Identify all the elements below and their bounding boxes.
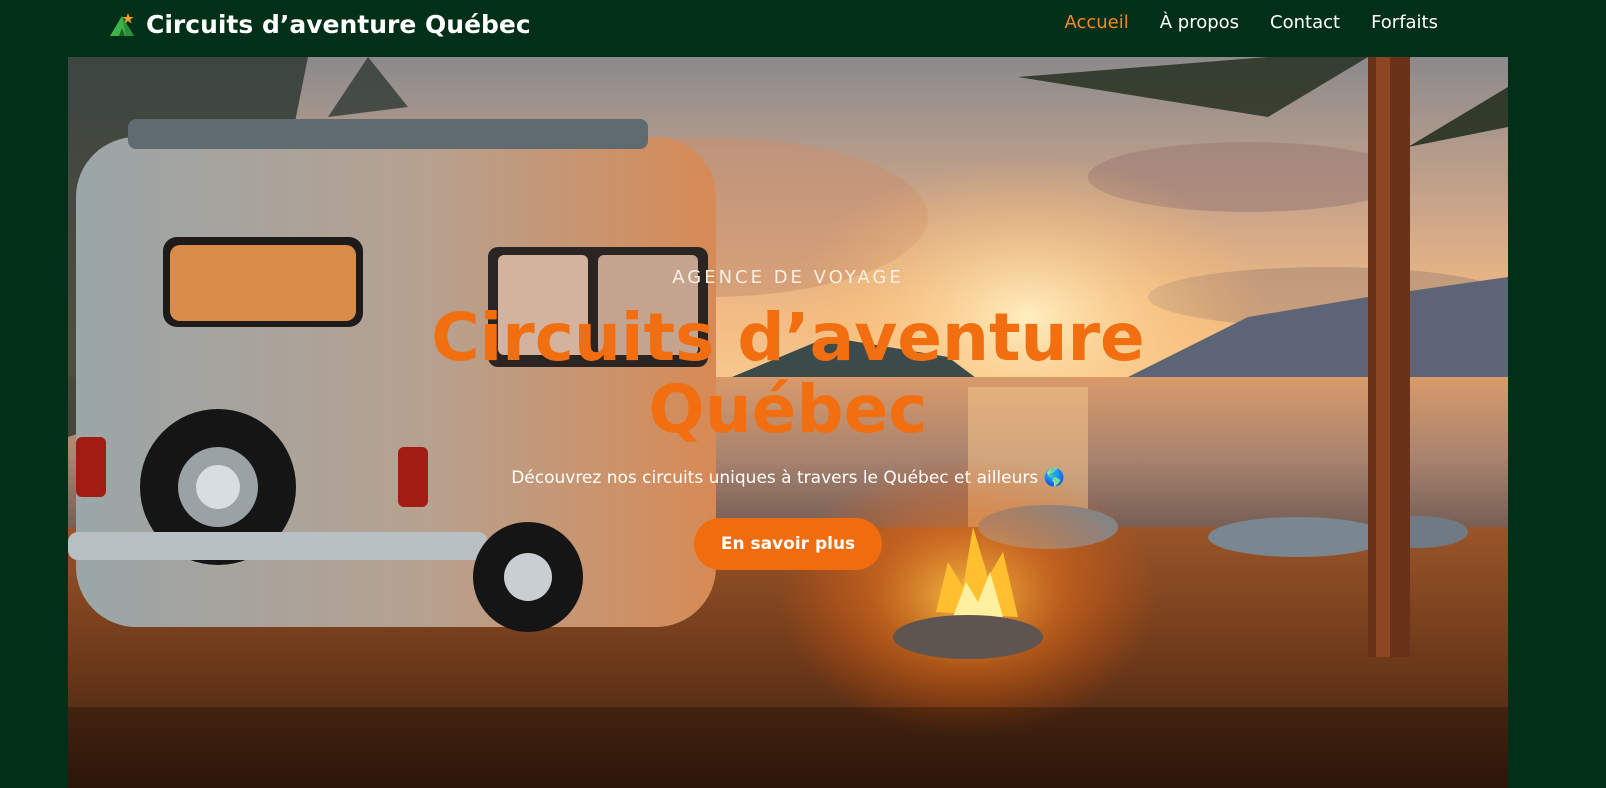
nav-link-accueil[interactable]: Accueil bbox=[1064, 12, 1128, 33]
main-nav: Accueil À propos Contact Forfaits bbox=[1064, 8, 1438, 36]
brand-name: Circuits d’aventure Québec bbox=[146, 9, 531, 39]
nav-link-contact[interactable]: Contact bbox=[1270, 12, 1340, 33]
hero-kicker: AGENCE DE VOYAGE bbox=[672, 267, 904, 288]
hero-subtitle: Découvrez nos circuits uniques à travers… bbox=[511, 468, 1065, 488]
learn-more-button[interactable]: En savoir plus bbox=[693, 518, 883, 570]
hero-title: Circuits d’aventure Québec bbox=[431, 299, 1145, 448]
top-navigation-bar: Circuits d’aventure Québec Accueil À pro… bbox=[0, 0, 1606, 56]
nav-link-a-propos[interactable]: À propos bbox=[1160, 12, 1239, 33]
tent-icon bbox=[110, 13, 134, 36]
hero-banner: AGENCE DE VOYAGE Circuits d’aventure Qué… bbox=[68, 57, 1508, 788]
nav-link-forfaits[interactable]: Forfaits bbox=[1371, 12, 1438, 33]
hero-content: AGENCE DE VOYAGE Circuits d’aventure Qué… bbox=[68, 267, 1508, 570]
brand-logo-link[interactable]: Circuits d’aventure Québec bbox=[108, 4, 531, 44]
